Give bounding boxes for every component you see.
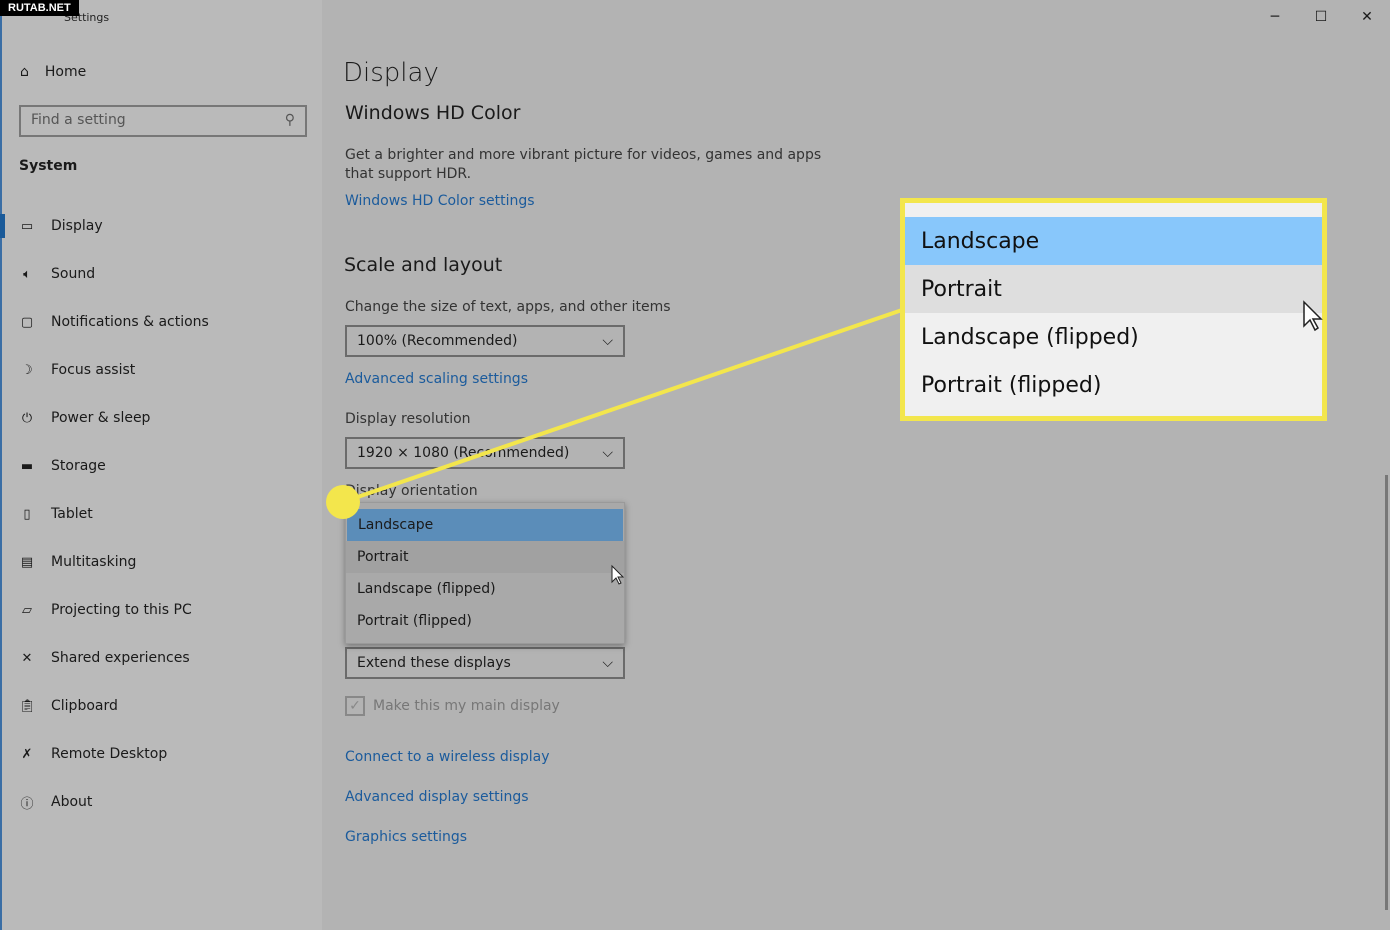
callout-dot [326, 485, 360, 519]
zoom-callout: Landscape Portrait Landscape (flipped) P… [900, 198, 1327, 421]
callout-overlay [326, 308, 903, 585]
cursor-icon [611, 564, 625, 585]
callout-option-landscape-flipped: Landscape (flipped) [921, 324, 1139, 350]
callout-option-landscape: Landscape [905, 217, 1322, 265]
callout-option-portrait-flipped: Portrait (flipped) [921, 372, 1102, 398]
cursor-icon [1303, 300, 1323, 332]
callout-line [342, 308, 903, 504]
callout-option-portrait: Portrait [905, 265, 1322, 313]
scrollbar[interactable] [1385, 475, 1388, 910]
watermark: RUTAB.NET [0, 0, 79, 16]
